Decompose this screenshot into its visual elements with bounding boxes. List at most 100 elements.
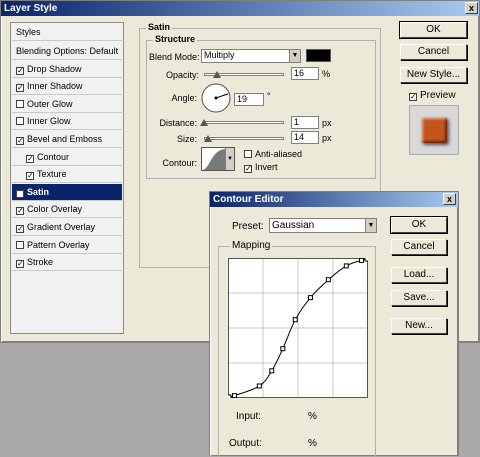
style-item-label: Bevel and Emboss [27,134,103,144]
curve-control-point[interactable] [307,295,313,301]
opacity-field[interactable]: 16 [291,67,319,80]
style-item[interactable]: Inner Glow [12,113,122,131]
style-item-label: Outer Glow [27,98,73,109]
angle-field[interactable]: 19 [234,93,264,106]
preview-label: Preview [420,90,456,101]
curve-control-point[interactable] [280,346,286,352]
input-label: Input: [236,411,262,422]
curve-control-point[interactable] [228,394,232,398]
distance-slider[interactable] [204,121,284,124]
style-item[interactable]: ✓ Texture [12,166,122,184]
input-unit: % [308,411,317,422]
style-item-checkbox[interactable] [16,99,24,108]
new-style-button[interactable]: New Style... [400,67,467,83]
curve-control-point[interactable] [292,317,298,323]
style-item-checkbox[interactable]: ✓ [16,260,24,269]
style-item-checkbox[interactable]: ✓ [16,189,24,198]
style-item-label: Inner Shadow [27,81,83,92]
anti-aliased-checkbox[interactable] [244,150,252,158]
style-item-checkbox[interactable]: ✓ [16,66,24,75]
styles-list: Styles Blending Options: Default ✓ Drop Sh… [10,22,124,334]
contour-thumbnail-icon [202,149,226,170]
curve-control-point[interactable] [269,368,275,374]
style-item-checkbox[interactable]: ✓ [26,154,34,163]
distance-field[interactable]: 1 [291,116,319,129]
invert-label: Invert [255,162,278,172]
contour-picker[interactable]: ▼ [201,147,235,171]
style-item-checkbox[interactable]: ✓ [16,84,24,93]
style-item-checkbox[interactable]: ✓ [16,137,24,145]
size-slider-thumb[interactable] [204,135,212,142]
contour-save-button[interactable]: Save... [391,290,447,306]
style-item[interactable]: ✓ Color Overlay [12,201,122,219]
curve-control-point[interactable] [358,258,364,263]
contour-cancel-button[interactable]: Cancel [391,239,447,255]
distance-slider-thumb[interactable] [200,119,208,126]
cancel-button[interactable]: Cancel [400,44,467,60]
layer-style-close-button[interactable]: x [465,2,478,14]
satin-section-title: Satin [146,22,173,32]
style-item[interactable]: Pattern Overlay [12,237,122,254]
style-item-checkbox[interactable] [16,117,24,126]
style-item-label: Drop Shadow [27,63,82,74]
preview-option[interactable]: ✓ Preview [409,90,456,101]
chevron-down-icon: ▼ [289,50,300,62]
curve-control-point[interactable] [325,277,331,283]
contour-label: Contour: [162,158,197,168]
opacity-label: Opacity: [165,70,199,80]
blend-mode-value: Multiply [204,50,235,60]
layer-style-title: Layer Style [4,3,58,14]
contour-ok-button[interactable]: OK [390,216,448,234]
preset-select[interactable]: Gaussian ▼ [269,218,377,233]
structure-title: Structure [153,34,198,44]
curve-control-point[interactable] [364,258,368,262]
style-item-label: Contour [37,151,70,162]
curve-control-point[interactable] [256,383,262,389]
style-item[interactable]: ✓ Contour [12,149,122,166]
style-item-checkbox[interactable]: ✓ [26,172,34,181]
contour-new-button[interactable]: New... [391,318,447,334]
angle-unit: ° [267,91,271,101]
output-label: Output: [229,438,262,449]
chevron-down-icon: ▼ [365,219,376,232]
invert-checkbox[interactable]: ✓ [244,165,252,173]
curve-control-point[interactable] [232,393,238,398]
opacity-slider-thumb[interactable] [212,71,221,78]
style-item[interactable]: ✓ Satin [12,183,122,201]
blend-mode-select[interactable]: Multiply ▼ [201,49,301,63]
contour-load-button[interactable]: Load... [391,267,447,283]
style-item-checkbox[interactable] [16,240,24,249]
contour-editor-titlebar[interactable]: Contour Editor [210,192,458,207]
size-label: Size: [176,134,197,144]
style-item-checkbox[interactable]: ✓ [16,207,24,216]
size-field[interactable]: 14 [291,131,319,144]
opacity-unit: % [322,69,331,79]
style-item[interactable]: ✓ Inner Shadow [12,78,122,96]
distance-label: Distance: [159,118,197,128]
style-item[interactable]: Outer Glow [12,96,122,113]
style-item-checkbox[interactable]: ✓ [16,225,24,233]
distance-unit: px [322,118,332,128]
size-slider[interactable] [204,137,284,140]
style-item[interactable]: ✓ Drop Shadow [12,61,122,78]
blend-color-swatch[interactable] [306,49,331,62]
contour-editor-title: Contour Editor [213,194,284,205]
preview-swatch [421,117,447,143]
style-item[interactable]: ✓ Bevel and Emboss [12,131,122,148]
style-item-label: Satin [27,186,50,197]
ok-button[interactable]: OK [399,21,468,39]
contour-editor-close-button[interactable]: x [443,193,456,205]
contour-curve-graph[interactable] [228,258,368,398]
chevron-down-icon: ▼ [225,148,234,170]
style-item[interactable]: ✓ Gradient Overlay [12,219,122,236]
layer-style-titlebar[interactable]: Layer Style [1,1,479,16]
styles-header[interactable]: Styles [12,24,122,41]
style-item[interactable]: Blending Options: Default [12,43,122,60]
preset-label: Preset: [232,221,264,232]
anti-aliased-option[interactable]: Anti-aliased [244,149,302,159]
style-item[interactable]: ✓ Stroke [12,254,122,272]
preview-checkbox[interactable]: ✓ [409,93,417,101]
invert-option[interactable]: ✓ Invert [244,162,278,173]
curve-control-point[interactable] [343,263,349,269]
angle-dial[interactable] [200,82,232,114]
